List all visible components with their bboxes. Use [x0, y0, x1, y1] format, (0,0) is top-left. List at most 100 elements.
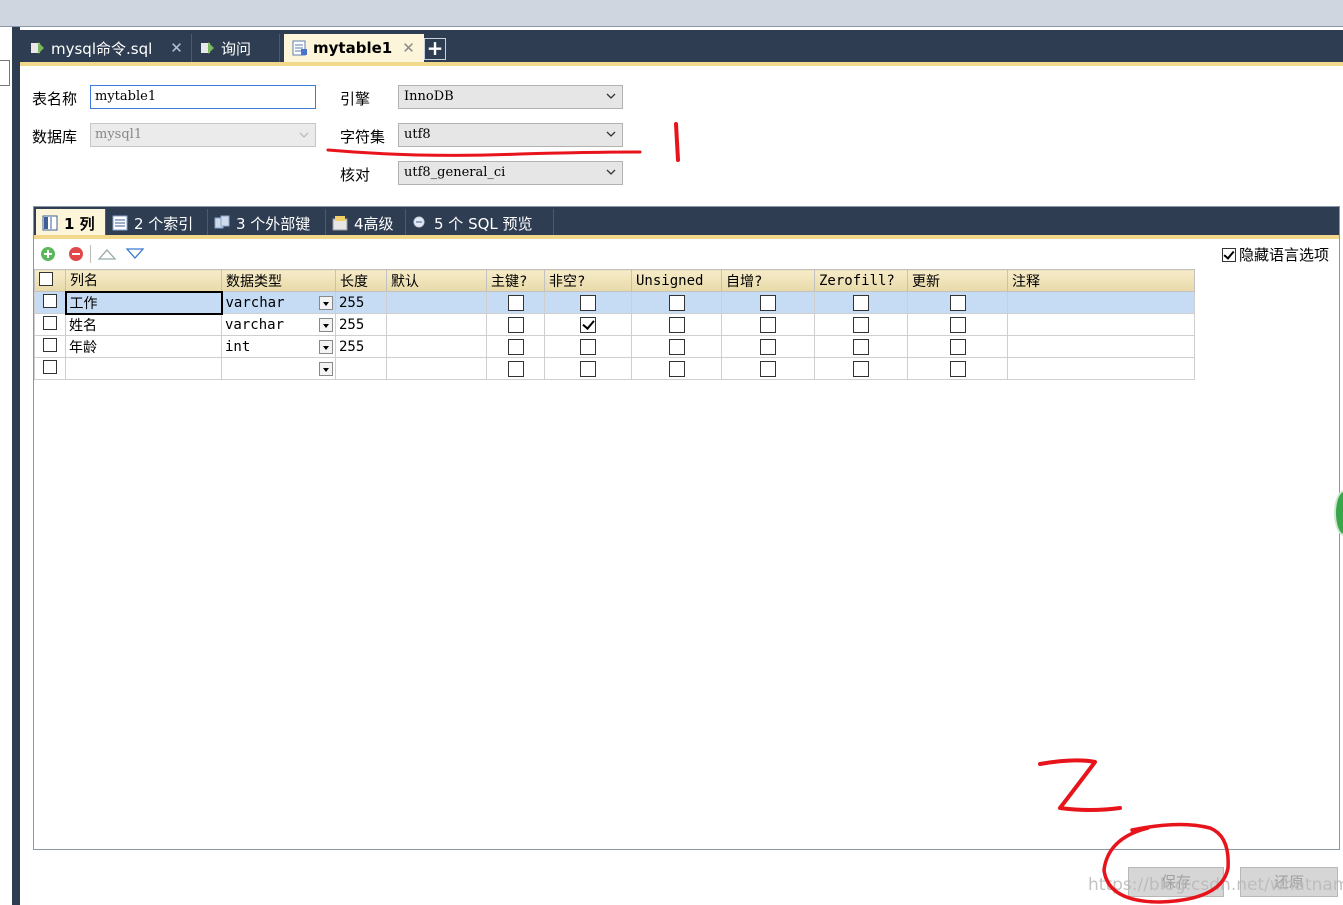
default-cell[interactable] — [386, 357, 487, 380]
not-null-cell[interactable] — [544, 357, 632, 380]
subtab-columns[interactable]: 1 列 — [36, 209, 106, 237]
update-checkbox[interactable] — [949, 338, 966, 355]
auto-increment-checkbox[interactable] — [760, 316, 776, 333]
select-all-header[interactable] — [34, 269, 66, 292]
column-name-cell[interactable]: 姓名 — [65, 313, 222, 336]
comment-cell[interactable] — [1007, 335, 1195, 358]
zerofill-checkbox[interactable] — [853, 316, 869, 333]
unsigned-checkbox[interactable] — [668, 338, 685, 355]
dropdown-arrow-icon[interactable] — [319, 340, 333, 354]
subtab-foreign-keys[interactable]: 3 个外部键 — [208, 209, 326, 237]
update-checkbox[interactable] — [949, 294, 966, 311]
dropdown-arrow-icon[interactable] — [319, 318, 333, 332]
data-type-cell[interactable]: int — [221, 335, 336, 358]
tab-mytable1[interactable]: mytable1 ✕ — [284, 34, 424, 62]
header-primary-key[interactable]: 主键? — [486, 269, 545, 292]
table-row[interactable] — [34, 357, 1195, 380]
zerofill-cell[interactable] — [814, 291, 908, 314]
dropdown-arrow-icon[interactable] — [319, 296, 333, 310]
auto-increment-cell[interactable] — [721, 313, 815, 336]
column-name-cell[interactable]: 年龄 — [65, 335, 222, 358]
update-cell[interactable] — [907, 313, 1008, 336]
primary-key-checkbox[interactable] — [507, 294, 524, 311]
auto-increment-cell[interactable] — [721, 335, 815, 358]
auto-increment-checkbox[interactable] — [760, 338, 776, 355]
auto-increment-checkbox[interactable] — [760, 294, 776, 311]
column-name-cell[interactable] — [65, 357, 222, 380]
length-cell[interactable] — [335, 357, 387, 380]
data-type-cell[interactable]: varchar — [221, 313, 336, 336]
auto-increment-cell[interactable] — [721, 291, 815, 314]
close-icon[interactable]: ✕ — [170, 39, 183, 57]
table-row[interactable]: 工作 varchar 255 — [34, 290, 1195, 315]
update-checkbox[interactable] — [949, 360, 966, 377]
unsigned-cell[interactable] — [631, 291, 722, 314]
length-cell[interactable]: 255 — [335, 291, 387, 314]
data-type-cell[interactable] — [221, 357, 336, 380]
header-data-type[interactable]: 数据类型 — [221, 269, 336, 292]
not-null-cell[interactable] — [544, 335, 632, 358]
unsigned-checkbox[interactable] — [668, 360, 685, 377]
move-up-icon[interactable] — [98, 248, 116, 260]
primary-key-checkbox[interactable] — [507, 316, 524, 333]
primary-key-cell[interactable] — [486, 357, 545, 380]
update-cell[interactable] — [907, 291, 1008, 314]
not-null-checkbox[interactable] — [580, 294, 596, 311]
add-column-icon[interactable] — [40, 246, 56, 262]
unsigned-checkbox[interactable] — [668, 316, 685, 333]
length-cell[interactable]: 255 — [335, 313, 387, 336]
charset-select[interactable]: utf8 — [398, 123, 623, 147]
not-null-checkbox[interactable] — [580, 338, 596, 355]
header-length[interactable]: 长度 — [335, 269, 387, 292]
not-null-cell[interactable] — [544, 291, 632, 314]
header-zerofill[interactable]: Zerofill? — [814, 269, 908, 292]
not-null-cell[interactable] — [544, 313, 632, 336]
unsigned-cell[interactable] — [631, 335, 722, 358]
header-update[interactable]: 更新 — [907, 269, 1008, 292]
tab-query[interactable]: 询问 — [192, 34, 280, 62]
zerofill-checkbox[interactable] — [853, 338, 869, 355]
tab-mysql-sql[interactable]: mysql命令.sql ✕ — [22, 34, 192, 62]
table-row[interactable]: 姓名 varchar 255 — [34, 313, 1195, 336]
primary-key-cell[interactable] — [486, 313, 545, 336]
length-cell[interactable]: 255 — [335, 335, 387, 358]
row-checkbox[interactable] — [43, 337, 57, 352]
primary-key-checkbox[interactable] — [507, 360, 524, 377]
primary-key-cell[interactable] — [486, 335, 545, 358]
default-cell[interactable] — [386, 313, 487, 336]
zerofill-checkbox[interactable] — [853, 294, 869, 311]
default-cell[interactable] — [386, 291, 487, 314]
unsigned-cell[interactable] — [631, 357, 722, 380]
update-cell[interactable] — [907, 335, 1008, 358]
zerofill-checkbox[interactable] — [853, 360, 869, 377]
subtab-sql-preview[interactable]: 5 个 SQL 预览 — [406, 209, 554, 237]
data-type-cell[interactable]: varchar — [221, 291, 336, 314]
row-select-cell[interactable] — [34, 291, 66, 314]
zerofill-cell[interactable] — [814, 357, 908, 380]
row-checkbox[interactable] — [43, 315, 57, 330]
row-select-cell[interactable] — [34, 357, 66, 380]
header-auto-increment[interactable]: 自增? — [721, 269, 815, 292]
row-select-cell[interactable] — [34, 335, 66, 358]
auto-increment-checkbox[interactable] — [760, 360, 776, 377]
move-down-icon[interactable] — [126, 248, 144, 260]
not-null-checkbox[interactable] — [580, 316, 596, 333]
hide-language-checkbox[interactable] — [1221, 247, 1236, 262]
delete-column-icon[interactable] — [68, 246, 84, 262]
add-tab-button[interactable]: + — [424, 38, 446, 60]
zerofill-cell[interactable] — [814, 335, 908, 358]
not-null-checkbox[interactable] — [580, 360, 596, 377]
unsigned-checkbox[interactable] — [668, 294, 685, 311]
row-select-cell[interactable] — [34, 313, 66, 336]
select-all-checkbox[interactable] — [39, 271, 53, 286]
update-cell[interactable] — [907, 357, 1008, 380]
header-default[interactable]: 默认 — [386, 269, 487, 292]
auto-increment-cell[interactable] — [721, 357, 815, 380]
primary-key-cell[interactable] — [486, 291, 545, 314]
unsigned-cell[interactable] — [631, 313, 722, 336]
header-column-name[interactable]: 列名 — [65, 269, 222, 292]
header-comment[interactable]: 注释 — [1007, 269, 1195, 292]
column-name-cell[interactable]: 工作 — [64, 290, 223, 315]
hide-language-options-toggle[interactable]: 隐藏语言选项 — [1221, 244, 1329, 265]
collation-select[interactable]: utf8_general_ci — [398, 161, 623, 185]
